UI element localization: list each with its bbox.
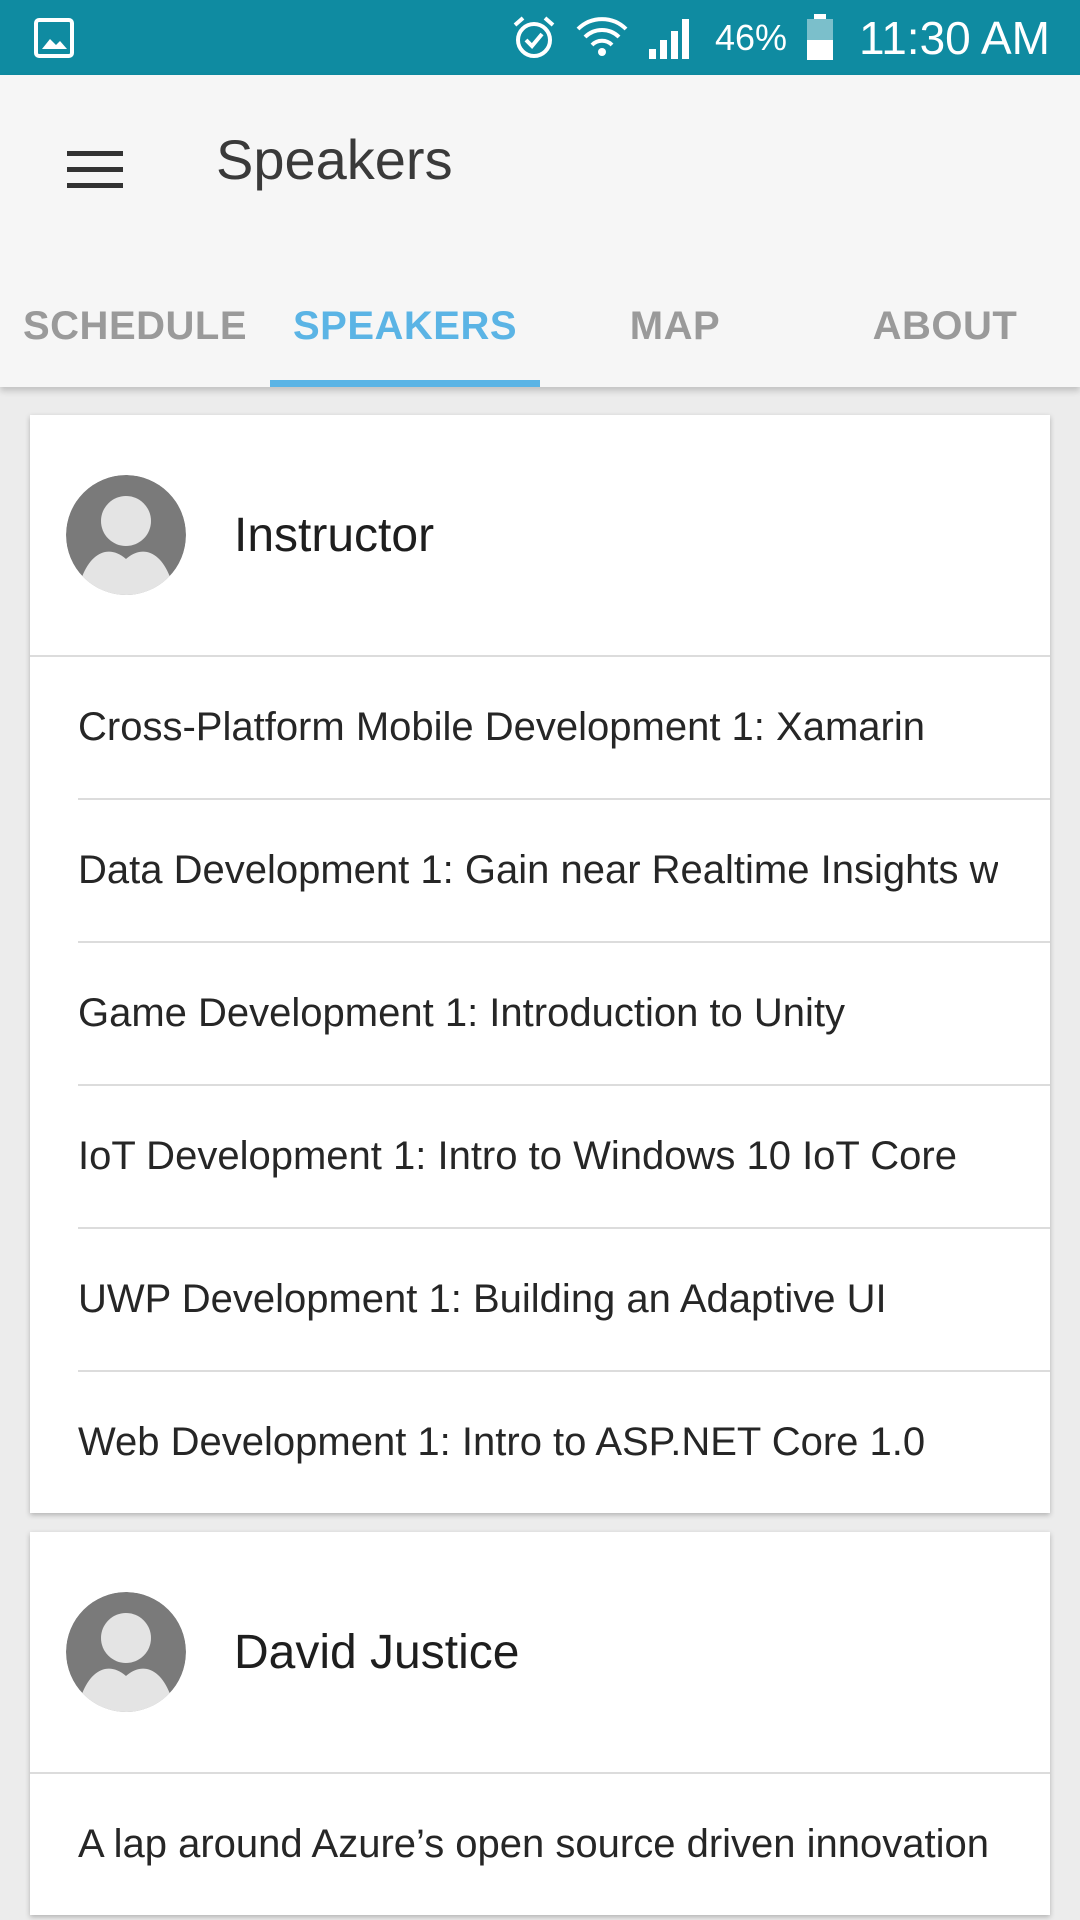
tab-speakers[interactable]: SPEAKERS [270, 265, 540, 387]
speaker-header[interactable]: David Justice [30, 1532, 1050, 1774]
hamburger-menu-icon [67, 151, 123, 188]
alarm-icon [513, 15, 555, 58]
speaker-card: David Justice A lap around Azure’s open … [30, 1532, 1050, 1915]
speaker-name: David Justice [234, 1625, 520, 1679]
wifi-icon [576, 16, 628, 56]
tab-schedule[interactable]: SCHEDULE [0, 265, 270, 387]
clock: 11:30 AM [859, 11, 1050, 64]
gallery-icon [34, 18, 74, 58]
session-item[interactable]: Cross-Platform Mobile Development 1: Xam… [78, 657, 1050, 800]
default-person-icon [66, 475, 186, 595]
session-item[interactable]: Data Development 1: Gain near Realtime I… [78, 800, 1050, 943]
session-item[interactable]: Web Development 1: Intro to ASP.NET Core… [78, 1372, 1050, 1513]
menu-button[interactable] [50, 125, 140, 215]
avatar [66, 1592, 186, 1712]
tab-about[interactable]: ABOUT [810, 265, 1080, 387]
speaker-card: Instructor Cross-Platform Mobile Develop… [30, 415, 1050, 1513]
avatar [66, 475, 186, 595]
default-person-icon [66, 1592, 186, 1712]
status-icons: 46% 11:30 AM [511, 0, 1050, 75]
signal-icon [648, 18, 689, 59]
session-item[interactable]: UWP Development 1: Building an Adaptive … [78, 1229, 1050, 1372]
speaker-list[interactable]: Instructor Cross-Platform Mobile Develop… [0, 387, 1080, 1920]
session-item[interactable]: A lap around Azure’s open source driven … [78, 1774, 1050, 1915]
battery-icon [807, 13, 834, 60]
app-bar: Speakers SCHEDULE SPEAKERS MAP ABOUT [0, 75, 1080, 387]
tab-map[interactable]: MAP [540, 265, 810, 387]
session-item[interactable]: IoT Development 1: Intro to Windows 10 I… [78, 1086, 1050, 1229]
speaker-name: Instructor [234, 508, 435, 562]
session-item[interactable]: Game Development 1: Introduction to Unit… [78, 943, 1050, 1086]
tab-bar: SCHEDULE SPEAKERS MAP ABOUT [0, 265, 1080, 387]
status-bar: 46% 11:30 AM [0, 0, 1080, 75]
battery-percent: 46% [714, 16, 788, 58]
speaker-header[interactable]: Instructor [30, 415, 1050, 657]
page-title: Speakers [216, 128, 453, 191]
